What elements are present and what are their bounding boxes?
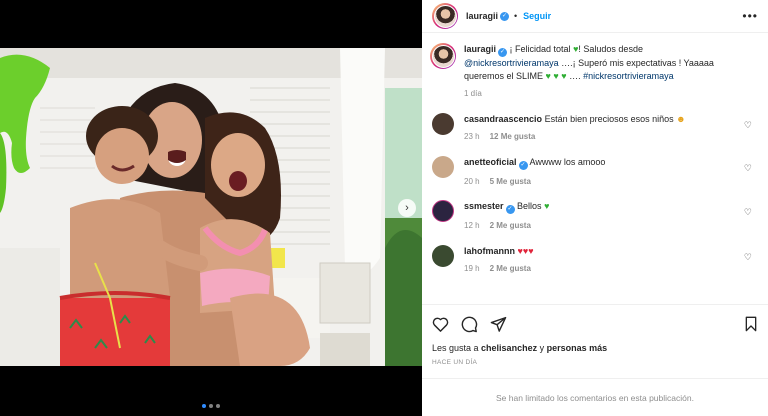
likes-joiner: y [537, 343, 547, 353]
like-comment-heart-icon[interactable]: ♡ [744, 163, 752, 174]
author-username[interactable]: lauragii [466, 11, 498, 21]
comment-username[interactable]: lahofmannn [464, 246, 515, 256]
chevron-right-icon: › [405, 202, 409, 214]
family-photo-illustration [0, 48, 422, 366]
comment-username[interactable]: anetteoficial [464, 157, 517, 167]
caption-mention-link[interactable]: @nickresortrivieramaya [464, 58, 559, 68]
carousel-dot [216, 404, 220, 408]
post-header: lauragii ✓ • Seguir ••• [422, 0, 768, 33]
verified-badge-icon: ✓ [505, 205, 515, 214]
comment-meta: 19 h 2 Me gusta [464, 263, 740, 276]
comment-time: 19 h [464, 264, 480, 273]
green-heart-icon: ♥ [545, 70, 551, 81]
commenter-avatar[interactable] [432, 112, 454, 135]
commenter-avatar[interactable] [432, 155, 454, 178]
comment-likes[interactable]: 5 Me gusta [490, 177, 531, 186]
comment-text: Están bien preciosos esos niños [544, 113, 677, 124]
comment-time: 23 h [464, 132, 480, 141]
red-heart-icon: ♥ [528, 245, 534, 256]
instagram-post-modal: › lauragii ✓ • Seguir ••• lauragii ✓ ¡ Fe… [0, 0, 768, 416]
verified-badge-icon: ✓ [518, 160, 528, 170]
caption-time: 1 día [464, 89, 482, 98]
verified-badge-icon: ✓ [498, 48, 508, 57]
like-comment-heart-icon[interactable]: ♡ [744, 120, 752, 131]
action-icons-bar [432, 313, 758, 335]
like-comment-heart-icon[interactable]: ♡ [744, 252, 752, 263]
comment-likes[interactable]: 12 Me gusta [490, 132, 536, 141]
comment-meta: 12 h 2 Me gusta [464, 220, 740, 233]
comment-row: ssmester ✓ Bellos ♥ 12 h 2 Me gusta ♡ [432, 200, 756, 233]
likes-prefix: Les gusta a [432, 343, 482, 353]
smiling-face-icon: ☻ [676, 113, 686, 124]
comment-row: anetteoficial ✓ Awwww los amooo 20 h 5 Me … [432, 155, 756, 189]
carousel-dot [202, 404, 206, 408]
caption-body: lauragii ✓ ¡ Felicidad total ♥ ! Saludos d… [464, 43, 756, 101]
caption-author-avatar[interactable] [430, 43, 456, 69]
comment-likes[interactable]: 2 Me gusta [490, 221, 531, 230]
post-side-panel: lauragii ✓ • Seguir ••• lauragii ✓ ¡ Feli… [422, 0, 768, 416]
caption-text-part: ¡ Felicidad total [509, 44, 574, 54]
liked-by-username[interactable]: chelisanchez [481, 343, 537, 353]
comments-limited-notice: Se han limitado los comentarios en esta … [422, 378, 768, 416]
comment-row: casandraascencio Están bien preciosos es… [432, 112, 756, 144]
carousel-dots [202, 404, 220, 408]
caption-hashtag-link[interactable]: #nickresortrivieramaya [583, 71, 674, 81]
bookmark-icon[interactable] [744, 316, 758, 332]
heart-icon[interactable] [432, 316, 449, 332]
caption-row: lauragii ✓ ¡ Felicidad total ♥ ! Saludos d… [430, 43, 756, 101]
comment-text: Awwww los amooo [529, 156, 606, 167]
comment-meta: 23 h 12 Me gusta [464, 131, 740, 144]
commenter-avatar[interactable] [432, 200, 454, 222]
comment-likes[interactable]: 2 Me gusta [490, 264, 531, 273]
green-heart-icon: ♥ [553, 70, 559, 81]
comment-body: lahofmannn ♥♥♥ 19 h2 Me gusta [464, 245, 756, 276]
comment-username[interactable]: casandraascencio [464, 114, 542, 124]
more-options-icon[interactable]: ••• [742, 9, 758, 23]
caption-text-part: ! Saludos desde [578, 44, 643, 54]
like-comment-heart-icon[interactable]: ♡ [744, 207, 752, 218]
caption-username[interactable]: lauragii [464, 44, 496, 54]
comments-list: lauragii ✓ ¡ Felicidad total ♥! Saludos d… [422, 33, 768, 304]
comment-row: lahofmannn ♥♥♥ 19 h2 Me gusta ♡ [432, 244, 756, 276]
commenter-avatar[interactable] [432, 244, 454, 267]
separator-dot: • [514, 11, 518, 21]
likes-summary: Les gusta a chelisanchez y personas más [432, 343, 758, 353]
post-media-panel: › [0, 0, 422, 416]
caption-text-part: …. [566, 70, 584, 81]
comment-meta: 20 h 5 Me gusta [464, 176, 740, 189]
carousel-dot [209, 404, 213, 408]
carousel-next-button[interactable]: › [398, 199, 416, 217]
comment-body: casandraascencio Están bien preciosos es… [464, 113, 756, 144]
comment-bubble-icon[interactable] [461, 316, 478, 333]
author-avatar[interactable] [432, 3, 458, 29]
comment-time: 12 h [464, 221, 480, 230]
post-date: HACE UN DÍA [432, 359, 478, 366]
paper-plane-icon[interactable] [490, 316, 507, 332]
comment-text: Bellos [517, 201, 545, 211]
comment-body: anetteoficial ✓ Awwww los amooo 20 h 5 Me … [464, 156, 756, 189]
green-heart-icon: ♥ [544, 201, 550, 211]
likes-others-link[interactable]: personas más [547, 343, 608, 353]
comment-username[interactable]: ssmester [464, 201, 504, 211]
post-actions: Les gusta a chelisanchez y personas más … [422, 304, 768, 366]
follow-button[interactable]: Seguir [523, 11, 551, 21]
comment-time: 20 h [464, 176, 480, 186]
comment-body: ssmester ✓ Bellos ♥ 12 h 2 Me gusta [464, 200, 756, 233]
post-photo[interactable] [0, 48, 422, 366]
verified-badge-icon: ✓ [500, 11, 510, 21]
